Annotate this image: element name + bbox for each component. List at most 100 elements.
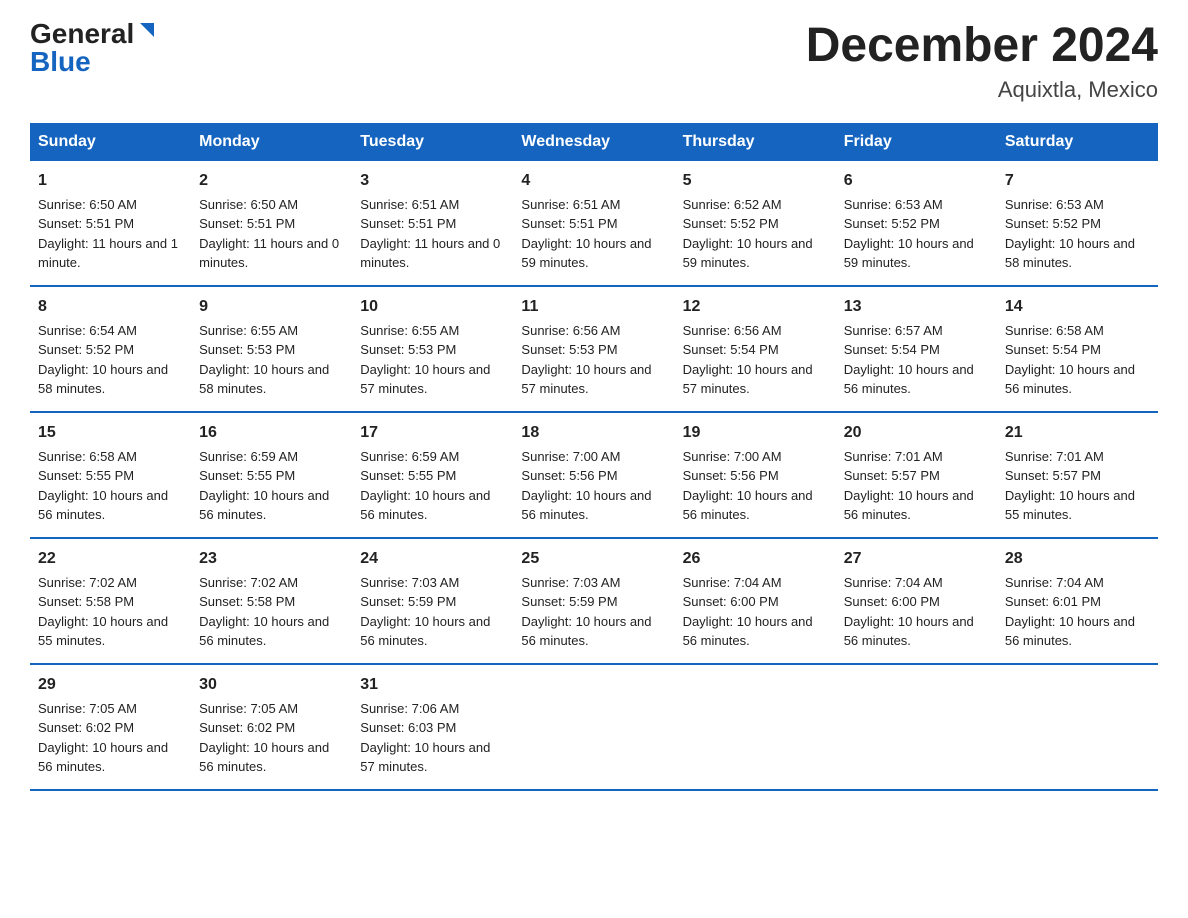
sunset-text: Sunset: 5:52 PM — [683, 216, 779, 231]
daylight-text: Daylight: 10 hours and 56 minutes. — [360, 614, 490, 649]
daylight-text: Daylight: 11 hours and 0 minutes. — [199, 236, 339, 271]
sunset-text: Sunset: 6:01 PM — [1005, 594, 1101, 609]
location-text: Aquixtla, Mexico — [806, 77, 1158, 103]
calendar-cell: 21Sunrise: 7:01 AMSunset: 5:57 PMDayligh… — [997, 412, 1158, 538]
day-number: 14 — [1005, 295, 1150, 319]
sunrise-text: Sunrise: 7:02 AM — [199, 575, 298, 590]
daylight-text: Daylight: 10 hours and 56 minutes. — [199, 614, 329, 649]
calendar-cell: 23Sunrise: 7:02 AMSunset: 5:58 PMDayligh… — [191, 538, 352, 664]
sunset-text: Sunset: 5:53 PM — [521, 342, 617, 357]
daylight-text: Daylight: 10 hours and 56 minutes. — [844, 488, 974, 523]
day-number: 30 — [199, 673, 344, 697]
day-number: 17 — [360, 421, 505, 445]
sunrise-text: Sunrise: 7:03 AM — [360, 575, 459, 590]
sunset-text: Sunset: 6:00 PM — [844, 594, 940, 609]
calendar-cell: 31Sunrise: 7:06 AMSunset: 6:03 PMDayligh… — [352, 664, 513, 790]
sunset-text: Sunset: 5:55 PM — [360, 468, 456, 483]
sunset-text: Sunset: 6:02 PM — [199, 720, 295, 735]
day-number: 20 — [844, 421, 989, 445]
sunrise-text: Sunrise: 6:59 AM — [199, 449, 298, 464]
day-number: 4 — [521, 169, 666, 193]
calendar-cell: 30 Sunrise: 7:05 AM Sunset: 6:02 PM Dayligh… — [191, 664, 352, 790]
calendar-week-row: 8Sunrise: 6:54 AMSunset: 5:52 PMDaylight… — [30, 286, 1158, 412]
day-number: 18 — [521, 421, 666, 445]
sunrise-text: Sunrise: 6:52 AM — [683, 197, 782, 212]
calendar-cell: 2 Sunrise: 6:50 AM Sunset: 5:51 PM Daylight… — [191, 161, 352, 286]
daylight-text: Daylight: 10 hours and 56 minutes. — [360, 488, 490, 523]
sunset-text: Sunset: 5:53 PM — [360, 342, 456, 357]
sunrise-text: Sunrise: 7:05 AM — [199, 701, 298, 716]
col-saturday: Saturday — [997, 123, 1158, 161]
calendar-week-row: 15Sunrise: 6:58 AMSunset: 5:55 PMDayligh… — [30, 412, 1158, 538]
calendar-cell: 5 Sunrise: 6:52 AM Sunset: 5:52 PM Daylight… — [675, 161, 836, 286]
sunrise-text: Sunrise: 6:56 AM — [683, 323, 782, 338]
day-number: 21 — [1005, 421, 1150, 445]
col-tuesday: Tuesday — [352, 123, 513, 161]
sunset-text: Sunset: 5:52 PM — [38, 342, 134, 357]
calendar-cell — [675, 664, 836, 790]
day-number: 15 — [38, 421, 183, 445]
sunrise-text: Sunrise: 7:03 AM — [521, 575, 620, 590]
calendar-week-row: 1 Sunrise: 6:50 AM Sunset: 5:51 PM Daylight… — [30, 161, 1158, 286]
calendar-cell: 29Sunrise: 7:05 AMSunset: 6:02 PMDayligh… — [30, 664, 191, 790]
day-number: 11 — [521, 295, 666, 319]
day-number: 5 — [683, 169, 828, 193]
day-number: 9 — [199, 295, 344, 319]
day-number: 31 — [360, 673, 505, 697]
daylight-text: Daylight: 10 hours and 56 minutes. — [683, 614, 813, 649]
sunset-text: Sunset: 6:00 PM — [683, 594, 779, 609]
sunset-text: Sunset: 5:56 PM — [683, 468, 779, 483]
day-number: 7 — [1005, 169, 1150, 193]
sunset-text: Sunset: 5:54 PM — [1005, 342, 1101, 357]
sunrise-text: Sunrise: 7:04 AM — [844, 575, 943, 590]
day-number: 6 — [844, 169, 989, 193]
calendar-cell: 18Sunrise: 7:00 AMSunset: 5:56 PMDayligh… — [513, 412, 674, 538]
calendar-cell: 14Sunrise: 6:58 AMSunset: 5:54 PMDayligh… — [997, 286, 1158, 412]
col-thursday: Thursday — [675, 123, 836, 161]
day-number: 12 — [683, 295, 828, 319]
sunset-text: Sunset: 5:59 PM — [521, 594, 617, 609]
calendar-table: Sunday Monday Tuesday Wednesday Thursday… — [30, 123, 1158, 791]
daylight-text: Daylight: 10 hours and 55 minutes. — [1005, 488, 1135, 523]
sunset-text: Sunset: 5:59 PM — [360, 594, 456, 609]
daylight-text: Daylight: 10 hours and 57 minutes. — [360, 740, 490, 775]
day-number: 13 — [844, 295, 989, 319]
sunrise-text: Sunrise: 6:50 AM — [38, 197, 137, 212]
day-number: 23 — [199, 547, 344, 571]
day-number: 1 — [38, 169, 183, 193]
calendar-cell: 11Sunrise: 6:56 AMSunset: 5:53 PMDayligh… — [513, 286, 674, 412]
sunrise-text: Sunrise: 6:50 AM — [199, 197, 298, 212]
calendar-cell — [836, 664, 997, 790]
calendar-cell: 19Sunrise: 7:00 AMSunset: 5:56 PMDayligh… — [675, 412, 836, 538]
daylight-text: Daylight: 10 hours and 56 minutes. — [683, 488, 813, 523]
sunset-text: Sunset: 6:03 PM — [360, 720, 456, 735]
daylight-text: Daylight: 10 hours and 59 minutes. — [521, 236, 651, 271]
sunrise-text: Sunrise: 6:51 AM — [521, 197, 620, 212]
calendar-cell: 24 Sunrise: 7:03 AM Sunset: 5:59 PM Dayligh… — [352, 538, 513, 664]
sunset-text: Sunset: 5:52 PM — [844, 216, 940, 231]
calendar-cell: 20Sunrise: 7:01 AMSunset: 5:57 PMDayligh… — [836, 412, 997, 538]
day-number: 2 — [199, 169, 344, 193]
calendar-cell: 6Sunrise: 6:53 AMSunset: 5:52 PMDaylight… — [836, 161, 997, 286]
calendar-header: Sunday Monday Tuesday Wednesday Thursday… — [30, 123, 1158, 161]
day-number: 16 — [199, 421, 344, 445]
day-number: 22 — [38, 547, 183, 571]
daylight-text: Daylight: 10 hours and 57 minutes. — [360, 362, 490, 397]
day-number: 24 — [360, 547, 505, 571]
sunrise-text: Sunrise: 7:01 AM — [1005, 449, 1104, 464]
col-friday: Friday — [836, 123, 997, 161]
day-number: 10 — [360, 295, 505, 319]
calendar-cell: 10Sunrise: 6:55 AMSunset: 5:53 PMDayligh… — [352, 286, 513, 412]
sunrise-text: Sunrise: 7:05 AM — [38, 701, 137, 716]
sunrise-text: Sunrise: 7:02 AM — [38, 575, 137, 590]
sunset-text: Sunset: 5:54 PM — [844, 342, 940, 357]
sunset-text: Sunset: 5:51 PM — [199, 216, 295, 231]
day-number: 28 — [1005, 547, 1150, 571]
daylight-text: Daylight: 10 hours and 59 minutes. — [683, 236, 813, 271]
calendar-week-row: 29Sunrise: 7:05 AMSunset: 6:02 PMDayligh… — [30, 664, 1158, 790]
daylight-text: Daylight: 10 hours and 56 minutes. — [38, 740, 168, 775]
daylight-text: Daylight: 10 hours and 56 minutes. — [38, 488, 168, 523]
sunrise-text: Sunrise: 6:56 AM — [521, 323, 620, 338]
sunrise-text: Sunrise: 6:54 AM — [38, 323, 137, 338]
daylight-text: Daylight: 10 hours and 56 minutes. — [199, 740, 329, 775]
